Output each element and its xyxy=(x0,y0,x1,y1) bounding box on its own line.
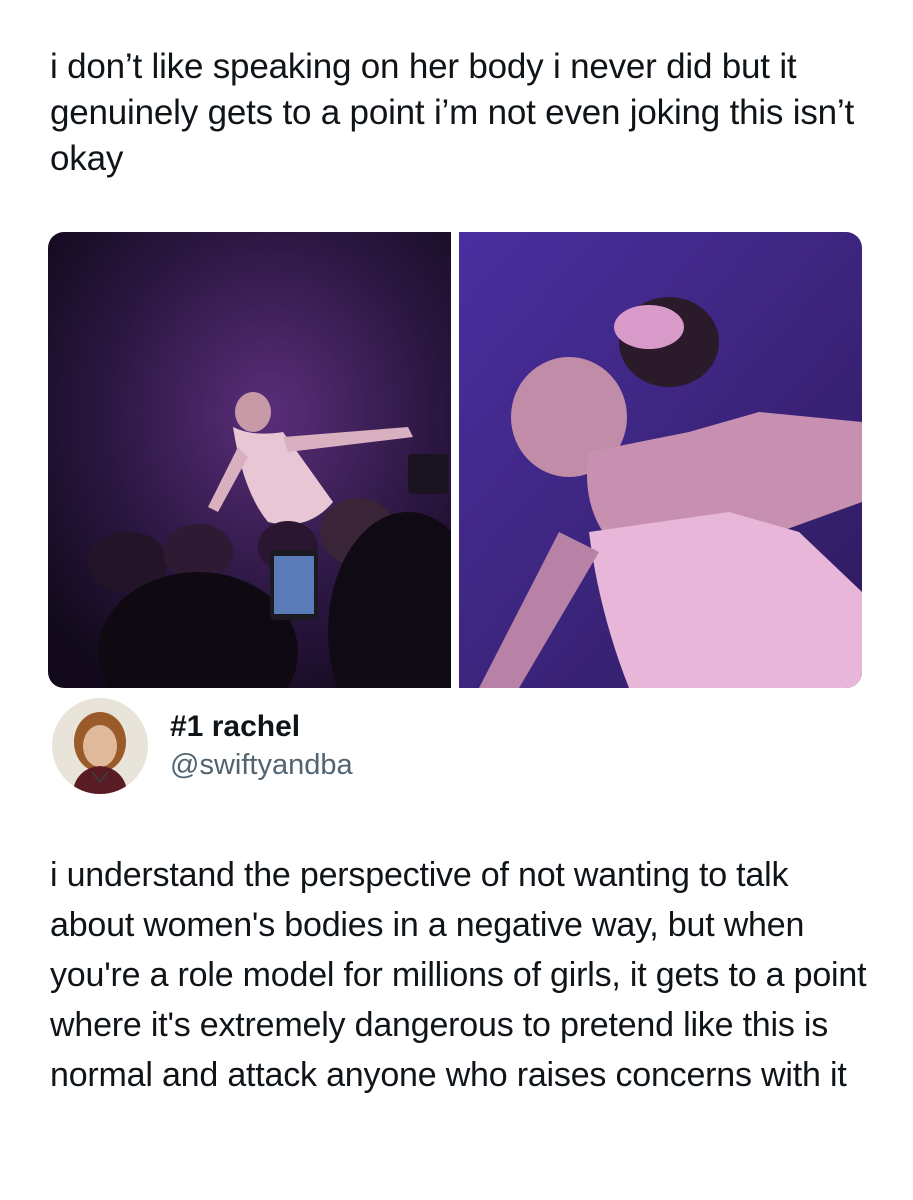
avatar[interactable] xyxy=(52,698,148,794)
user-handle[interactable]: @swiftyandba xyxy=(170,746,353,784)
author-block: #1 rachel @swiftyandba xyxy=(52,698,353,794)
media-grid xyxy=(48,232,862,688)
concert-photo-crowd[interactable] xyxy=(48,232,451,688)
concert-photo-closeup[interactable] xyxy=(459,232,862,688)
quoted-post-text: i don’t like speaking on her body i neve… xyxy=(50,47,855,178)
display-name[interactable]: #1 rachel xyxy=(170,708,353,746)
post-text: i understand the perspective of not want… xyxy=(50,856,867,1094)
